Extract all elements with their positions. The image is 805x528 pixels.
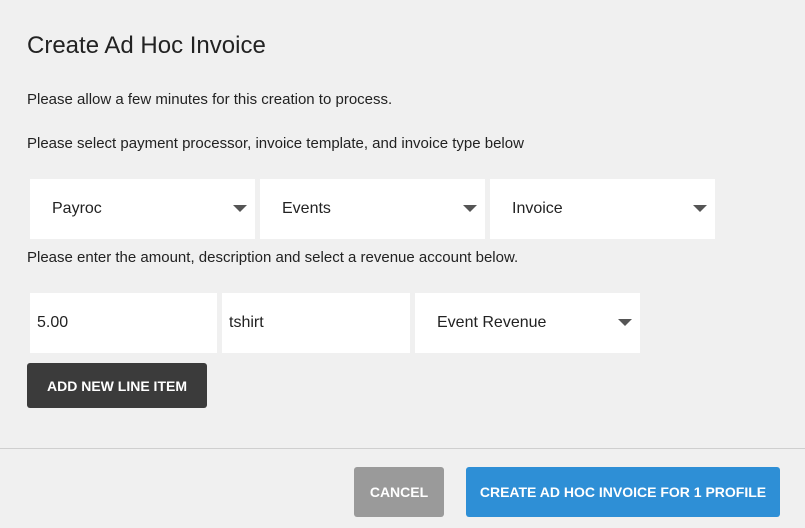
- processing-notice: Please allow a few minutes for this crea…: [27, 91, 393, 108]
- invoice-type-value: Invoice: [512, 200, 563, 217]
- create-ad-hoc-invoice-dialog: Create Ad Hoc Invoice Please allow a few…: [0, 0, 805, 528]
- revenue-account-value: Event Revenue: [437, 314, 547, 331]
- invoice-type-select[interactable]: Invoice: [490, 179, 715, 239]
- description-input[interactable]: tshirt: [222, 293, 410, 353]
- footer-divider: [0, 448, 805, 449]
- description-value: tshirt: [229, 314, 264, 331]
- payment-processor-value: Payroc: [52, 200, 102, 217]
- cancel-button[interactable]: CANCEL: [354, 467, 444, 517]
- amount-value: 5.00: [37, 314, 69, 331]
- chevron-down-icon: [463, 205, 477, 212]
- chevron-down-icon: [693, 205, 707, 212]
- chevron-down-icon: [618, 319, 632, 326]
- amount-instructions: Please enter the amount, description and…: [27, 249, 519, 266]
- amount-input[interactable]: 5.00: [30, 293, 217, 353]
- chevron-down-icon: [233, 205, 247, 212]
- invoice-template-value: Events: [282, 200, 331, 217]
- add-line-item-button[interactable]: ADD NEW LINE ITEM: [27, 363, 207, 408]
- dialog-title: Create Ad Hoc Invoice: [27, 32, 266, 59]
- invoice-template-select[interactable]: Events: [260, 179, 485, 239]
- payment-processor-select[interactable]: Payroc: [30, 179, 255, 239]
- select-instructions: Please select payment processor, invoice…: [27, 135, 524, 152]
- create-invoice-button[interactable]: CREATE AD HOC INVOICE FOR 1 PROFILE: [466, 467, 780, 517]
- revenue-account-select[interactable]: Event Revenue: [415, 293, 640, 353]
